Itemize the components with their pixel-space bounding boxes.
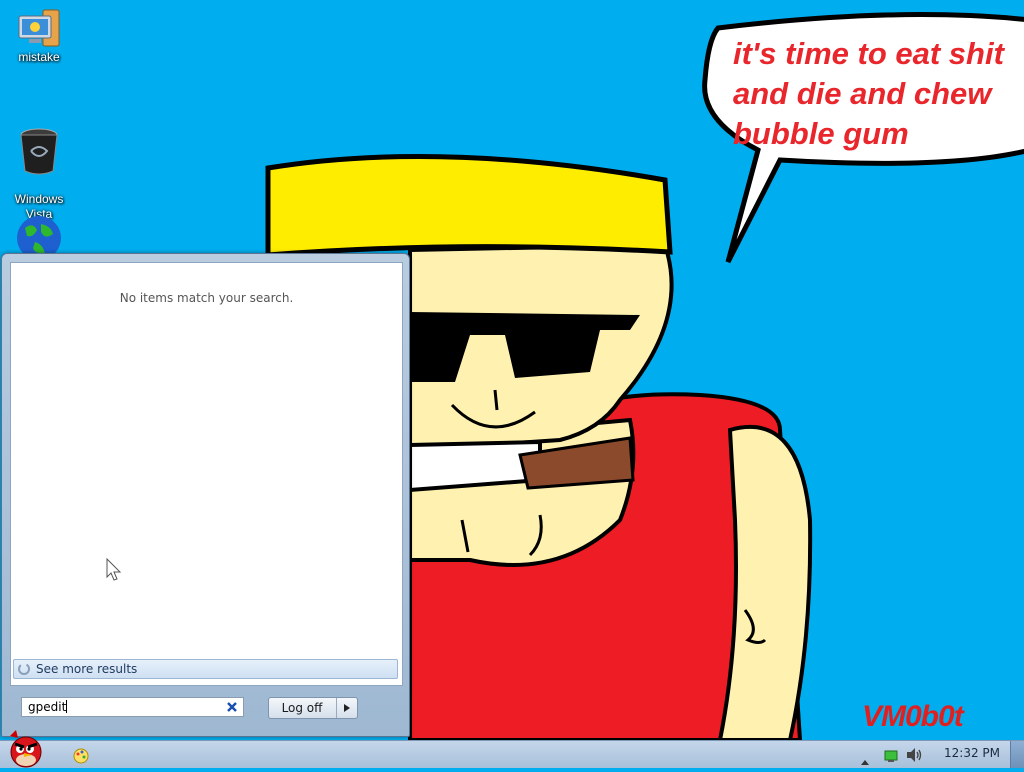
clear-search-icon[interactable]: [226, 700, 238, 718]
search-input-value: gpedit: [28, 700, 67, 714]
taskbar-app-button[interactable]: [72, 746, 90, 768]
show-hidden-icons-chevron[interactable]: [860, 751, 870, 770]
recycle-bin-icon: [20, 128, 58, 175]
desktop-icon-mistake[interactable]: mistake: [1, 8, 77, 65]
start-menu: No items match your search. See more res…: [1, 253, 410, 737]
computer-icon: [18, 9, 60, 47]
log-off-label: Log off: [281, 701, 323, 715]
taskbar-clock[interactable]: 12:32 PM: [942, 746, 1002, 760]
start-button[interactable]: [2, 730, 50, 772]
desktop-icon-windows-vista[interactable]: Windows Vista: [1, 112, 77, 222]
text-caret: [66, 700, 68, 713]
search-results-pane: No items match your search.: [10, 262, 403, 686]
search-spinner-icon: [17, 662, 31, 681]
mouse-cursor: [106, 558, 122, 581]
log-off-button[interactable]: Log off: [268, 697, 358, 719]
shutdown-options-arrow[interactable]: [336, 698, 357, 718]
artist-signature: VM0b0t: [862, 700, 964, 733]
speech-bubble-text: it's time to eat shit and die and chew b…: [733, 36, 1004, 151]
desktop-icon-globe[interactable]: [1, 214, 77, 258]
network-icon[interactable]: [884, 748, 898, 767]
see-more-results-label: See more results: [36, 662, 138, 676]
see-more-results-button[interactable]: See more results: [13, 659, 398, 679]
chevron-right-icon: [344, 704, 350, 712]
desktop-icon-label: mistake: [18, 50, 60, 64]
paint-icon: [73, 748, 89, 764]
angry-bird-start-icon: [10, 730, 42, 768]
volume-icon[interactable]: [906, 747, 924, 767]
show-desktop-button[interactable]: [1010, 741, 1024, 768]
start-search-input[interactable]: gpedit: [21, 697, 244, 717]
taskbar: 12:32 PM: [0, 730, 1024, 770]
no-results-message: No items match your search.: [119, 291, 294, 305]
globe-icon: [17, 216, 61, 256]
